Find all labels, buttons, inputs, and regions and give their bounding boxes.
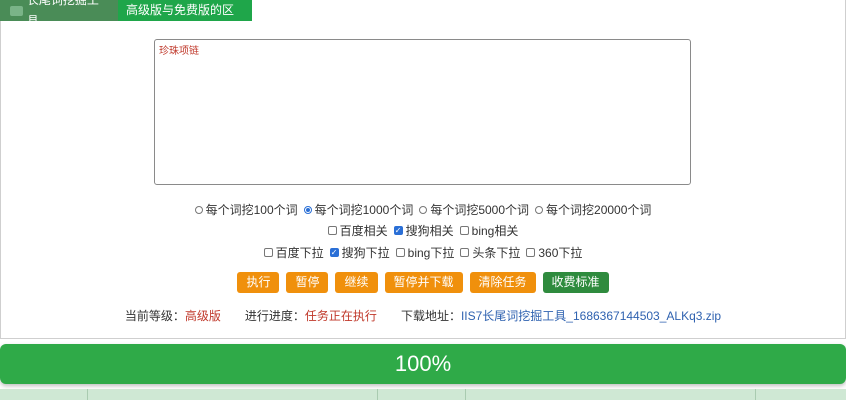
- download-label: 下载地址：: [400, 309, 461, 323]
- checkbox-bing-dropdown[interactable]: bing下拉: [395, 244, 455, 261]
- app-icon: [10, 5, 23, 16]
- radio-option-100[interactable]: 每个词挖100个词: [194, 201, 298, 218]
- clear-task-button[interactable]: 清除任务: [469, 272, 536, 293]
- progress-value: 任务正在执行: [304, 309, 377, 323]
- checkbox-360-dropdown[interactable]: 360下拉: [526, 244, 582, 261]
- radio-option-1000[interactable]: 每个词挖1000个词: [303, 201, 414, 218]
- checkbox[interactable]: [327, 226, 337, 235]
- result-table-header: [0, 389, 846, 400]
- checkbox[interactable]: [263, 248, 273, 257]
- level-status: 当前等级：高级版: [125, 307, 221, 324]
- radio-label: 每个词挖20000个词: [546, 203, 652, 217]
- checkbox-bing-related[interactable]: bing相关: [459, 222, 519, 239]
- radio-option-5000[interactable]: 每个词挖5000个词: [419, 201, 529, 218]
- checkbox[interactable]: [460, 248, 470, 257]
- checkbox-label: bing下拉: [407, 246, 455, 260]
- tab-label: 长尾词挖掘工具: [26, 0, 99, 28]
- radio-label: 每个词挖5000个词: [430, 203, 530, 217]
- action-buttons: 执行 暂停 继续 暂停并下载 清除任务 收费标准: [0, 272, 846, 293]
- tab-longtail-tool[interactable]: 长尾词挖掘工具: [0, 0, 118, 28]
- checkbox[interactable]: [395, 248, 405, 257]
- checkbox[interactable]: ✓: [329, 248, 339, 257]
- progress-status: 进行进度：任务正在执行: [245, 307, 377, 324]
- status-bar: 当前等级：高级版 进行进度：任务正在执行 下载地址：IIS7长尾词挖掘工具_16…: [0, 307, 846, 324]
- radio-label: 每个词挖100个词: [205, 203, 298, 217]
- resume-button[interactable]: 继续: [335, 272, 378, 293]
- pricing-button[interactable]: 收费标准: [542, 272, 609, 293]
- dropdown-source-checkboxes: 百度下拉 ✓ 搜狗下拉 bing下拉 头条下拉 360下拉: [0, 244, 846, 261]
- checkbox-baidu-related[interactable]: 百度相关: [327, 222, 388, 239]
- tab-bar: 长尾词挖掘工具 高级版与免费版的区别: [0, 0, 252, 38]
- radio-button[interactable]: [419, 205, 428, 214]
- pause-button[interactable]: 暂停: [286, 272, 329, 293]
- radio-label: 每个词挖1000个词: [314, 203, 414, 217]
- checkbox-sogou-related[interactable]: ✓ 搜狗相关: [393, 222, 454, 239]
- checkbox[interactable]: [526, 248, 536, 257]
- checkbox-label: bing相关: [471, 224, 519, 238]
- word-count-radio-group: 每个词挖100个词 每个词挖1000个词 每个词挖5000个词 每个词挖2000…: [0, 201, 846, 218]
- checkbox-toutiao-dropdown[interactable]: 头条下拉: [460, 244, 520, 261]
- related-source-checkboxes: 百度相关 ✓ 搜狗相关 bing相关: [0, 222, 846, 239]
- level-label: 当前等级：: [124, 309, 185, 323]
- progress-label: 进行进度：: [244, 309, 305, 323]
- table-header-cell: [88, 389, 378, 400]
- keyword-textarea[interactable]: 珍珠项链: [154, 39, 691, 185]
- table-header-cell: [756, 389, 846, 400]
- pause-download-button[interactable]: 暂停并下载: [384, 272, 463, 293]
- checkbox-label: 百度下拉: [275, 246, 324, 260]
- progress-bar: 100%: [0, 344, 846, 384]
- table-header-cell: [466, 389, 756, 400]
- checkbox-baidu-dropdown[interactable]: 百度下拉: [263, 244, 324, 261]
- checkbox[interactable]: [459, 226, 469, 235]
- checkbox-label: 百度相关: [339, 224, 388, 238]
- checkbox-sogou-dropdown[interactable]: ✓ 搜狗下拉: [329, 244, 390, 261]
- checkbox-label: 头条下拉: [472, 246, 521, 260]
- download-link[interactable]: IIS7长尾词挖掘工具_1686367144503_ALKq3.zip: [461, 309, 721, 323]
- radio-option-20000[interactable]: 每个词挖20000个词: [535, 201, 651, 218]
- radio-button[interactable]: [535, 205, 544, 214]
- progress-percent: 100%: [394, 351, 452, 376]
- download-status: 下载地址：IIS7长尾词挖掘工具_1686367144503_ALKq3.zip: [401, 307, 721, 324]
- checkbox[interactable]: ✓: [393, 226, 403, 235]
- level-value: 高级版: [184, 309, 221, 323]
- checkbox-label: 搜狗下拉: [341, 246, 390, 260]
- tab-version-compare[interactable]: 高级版与免费版的区别: [118, 0, 252, 38]
- checkbox-label: 搜狗相关: [405, 224, 454, 238]
- radio-button[interactable]: [194, 205, 203, 214]
- table-header-cell: [378, 389, 466, 400]
- run-button[interactable]: 执行: [237, 272, 280, 293]
- radio-button[interactable]: [303, 205, 312, 214]
- checkbox-label: 360下拉: [538, 246, 583, 260]
- table-header-cell: [0, 389, 88, 400]
